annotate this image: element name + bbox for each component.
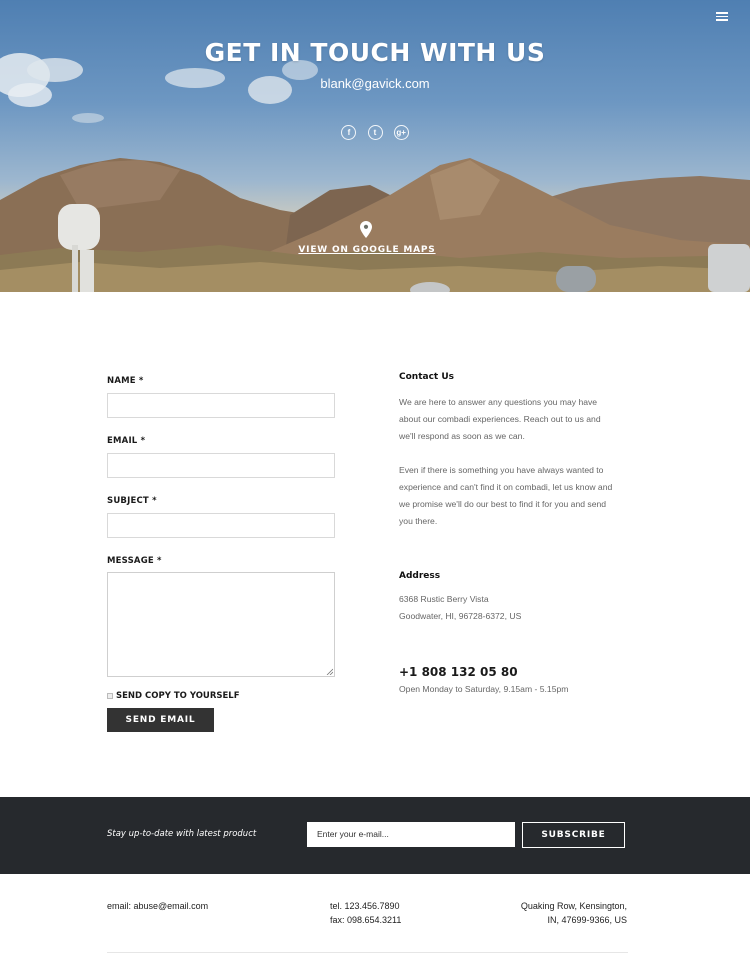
message-textarea[interactable] xyxy=(107,572,335,677)
resize-grip-icon[interactable] xyxy=(326,668,333,675)
name-input[interactable] xyxy=(107,393,335,418)
opening-hours: Open Monday to Saturday, 9.15am - 5.15pm xyxy=(399,684,569,694)
contact-info: Contact Us We are here to answer any que… xyxy=(399,372,634,694)
newsletter-bar: Stay up-to-date with latest product Ente… xyxy=(0,797,750,874)
footer-phone-fax: tel. 123.456.7890 fax: 098.654.3211 xyxy=(330,899,401,927)
contact-paragraph-1: We are here to answer any questions you … xyxy=(399,397,601,441)
footer-address-line-1: Quaking Row, Kensington, xyxy=(520,901,627,911)
hero-banner: GET IN TOUCH WITH US blank@gavick.com f … xyxy=(0,0,750,292)
footer-tel: tel. 123.456.7890 xyxy=(330,901,400,911)
address-heading: Address xyxy=(399,571,441,581)
map-pin-icon xyxy=(360,221,372,238)
phone-number[interactable]: +1 808 132 05 80 xyxy=(399,665,518,679)
footer-divider xyxy=(107,952,628,953)
newsletter-email-input[interactable]: Enter your e-mail... xyxy=(307,822,515,847)
email-input[interactable] xyxy=(107,453,335,478)
address-line-1: 6368 Rustic Berry Vista xyxy=(399,594,489,604)
facebook-icon[interactable]: f xyxy=(341,125,357,140)
footer-fax: fax: 098.654.3211 xyxy=(330,915,402,925)
subject-input[interactable] xyxy=(107,513,335,538)
social-links: f t g+ xyxy=(0,120,750,140)
footer-email[interactable]: email: abuse@email.com xyxy=(107,899,208,913)
send-copy-checkbox[interactable] xyxy=(107,693,113,699)
contact-heading: Contact Us xyxy=(399,372,455,382)
send-email-button[interactable]: SEND EMAIL xyxy=(107,708,214,732)
send-copy-row: SEND COPY TO YOURSELF xyxy=(107,690,335,702)
subscribe-button[interactable]: SUBSCRIBE xyxy=(522,822,625,848)
google-maps-link[interactable]: VIEW ON GOOGLE MAPS xyxy=(0,245,734,255)
address-line-2: Goodwater, HI, 96728-6372, US xyxy=(399,611,522,621)
hero-email-link[interactable]: blank@gavick.com xyxy=(0,76,750,91)
send-copy-label: SEND COPY TO YOURSELF xyxy=(116,691,240,701)
message-label: MESSAGE * xyxy=(107,556,162,566)
contact-form: NAME * EMAIL * SUBJECT * MESSAGE * SEND … xyxy=(107,376,335,702)
newsletter-tagline: Stay up-to-date with latest product xyxy=(107,829,257,839)
footer-address-line-2: IN, 47699-9366, US xyxy=(547,915,627,925)
email-label: EMAIL * xyxy=(107,436,146,446)
page-title: GET IN TOUCH WITH US xyxy=(204,38,546,67)
hamburger-menu-icon[interactable] xyxy=(716,12,728,22)
contact-paragraph-2: Even if there is something you have alwa… xyxy=(399,465,613,526)
footer-address: Quaking Row, Kensington, IN, 47699-9366,… xyxy=(521,899,627,927)
twitter-icon[interactable]: t xyxy=(367,125,383,140)
google-plus-icon[interactable]: g+ xyxy=(393,125,409,140)
name-label: NAME * xyxy=(107,376,144,386)
subject-label: SUBJECT * xyxy=(107,496,157,506)
